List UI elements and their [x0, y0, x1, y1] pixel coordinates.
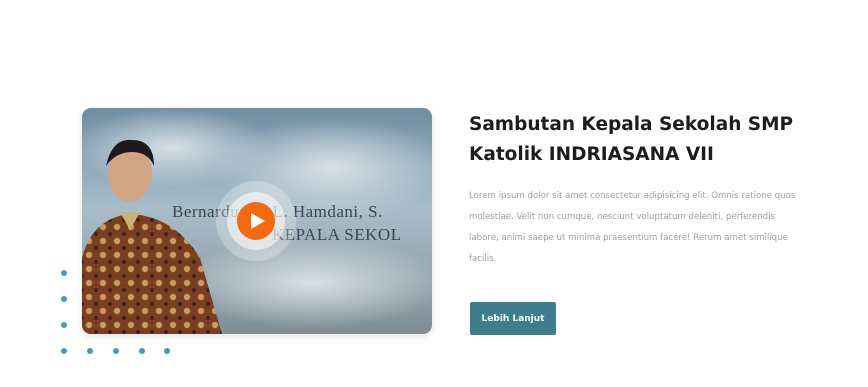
principal-welcome-section: Bernardus B. L. Hamdani, S. KEPALA SEKOL…	[0, 0, 868, 387]
play-icon	[250, 213, 265, 229]
read-more-button[interactable]: Lebih Lanjut	[470, 302, 556, 335]
decorative-dot	[139, 348, 145, 354]
decorative-dot	[61, 348, 67, 354]
decorative-dot	[113, 348, 119, 354]
section-title: Sambutan Kepala Sekolah SMP Katolik INDR…	[469, 114, 794, 165]
play-button-core	[237, 202, 275, 240]
decorative-dot	[164, 348, 170, 354]
play-button[interactable]	[216, 181, 296, 261]
video-thumbnail[interactable]: Bernardus B. L. Hamdani, S. KEPALA SEKOL	[82, 108, 432, 334]
section-description: Lorem ipsum dolor sit amet consectetur a…	[469, 191, 796, 264]
decorative-dot	[87, 348, 93, 354]
decorative-dot	[61, 270, 67, 276]
decorative-dot	[61, 296, 67, 302]
play-button-ring	[227, 192, 285, 250]
decorative-dot	[61, 322, 67, 328]
